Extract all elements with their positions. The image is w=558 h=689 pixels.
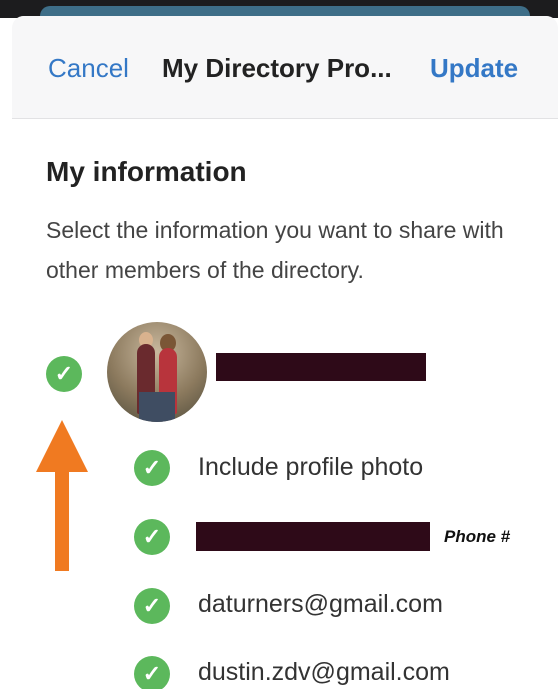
page-title: My Directory Pro... (162, 53, 392, 83)
phone-annotation: Phone # (444, 527, 511, 546)
redacted-name (216, 353, 426, 381)
phone-check-icon[interactable]: ✓ (134, 519, 170, 555)
avatar (107, 322, 207, 422)
include-profile-photo-label[interactable]: Include profile photo (198, 453, 423, 482)
arrow-shaft (55, 466, 69, 571)
section-title: My information (46, 156, 247, 187)
email-2-label[interactable]: dustin.zdv@gmail.com (198, 658, 450, 687)
email-2-check-icon[interactable]: ✓ (134, 656, 170, 689)
update-button[interactable]: Update (430, 53, 518, 84)
profile-photo-check-icon[interactable]: ✓ (134, 450, 170, 486)
section-description: Select the information you want to share… (46, 217, 504, 283)
member-check-icon[interactable]: ✓ (46, 356, 82, 392)
arrow-up-annotation-icon (36, 420, 88, 472)
redacted-phone (196, 522, 430, 551)
email-1-label[interactable]: daturners@gmail.com (198, 590, 443, 619)
email-1-check-icon[interactable]: ✓ (134, 588, 170, 624)
navigation-bar: Cancel My Directory Pro... Update (12, 16, 558, 119)
directory-profile-sheet: Cancel My Directory Pro... Update My inf… (12, 16, 558, 689)
cancel-button[interactable]: Cancel (48, 53, 129, 84)
